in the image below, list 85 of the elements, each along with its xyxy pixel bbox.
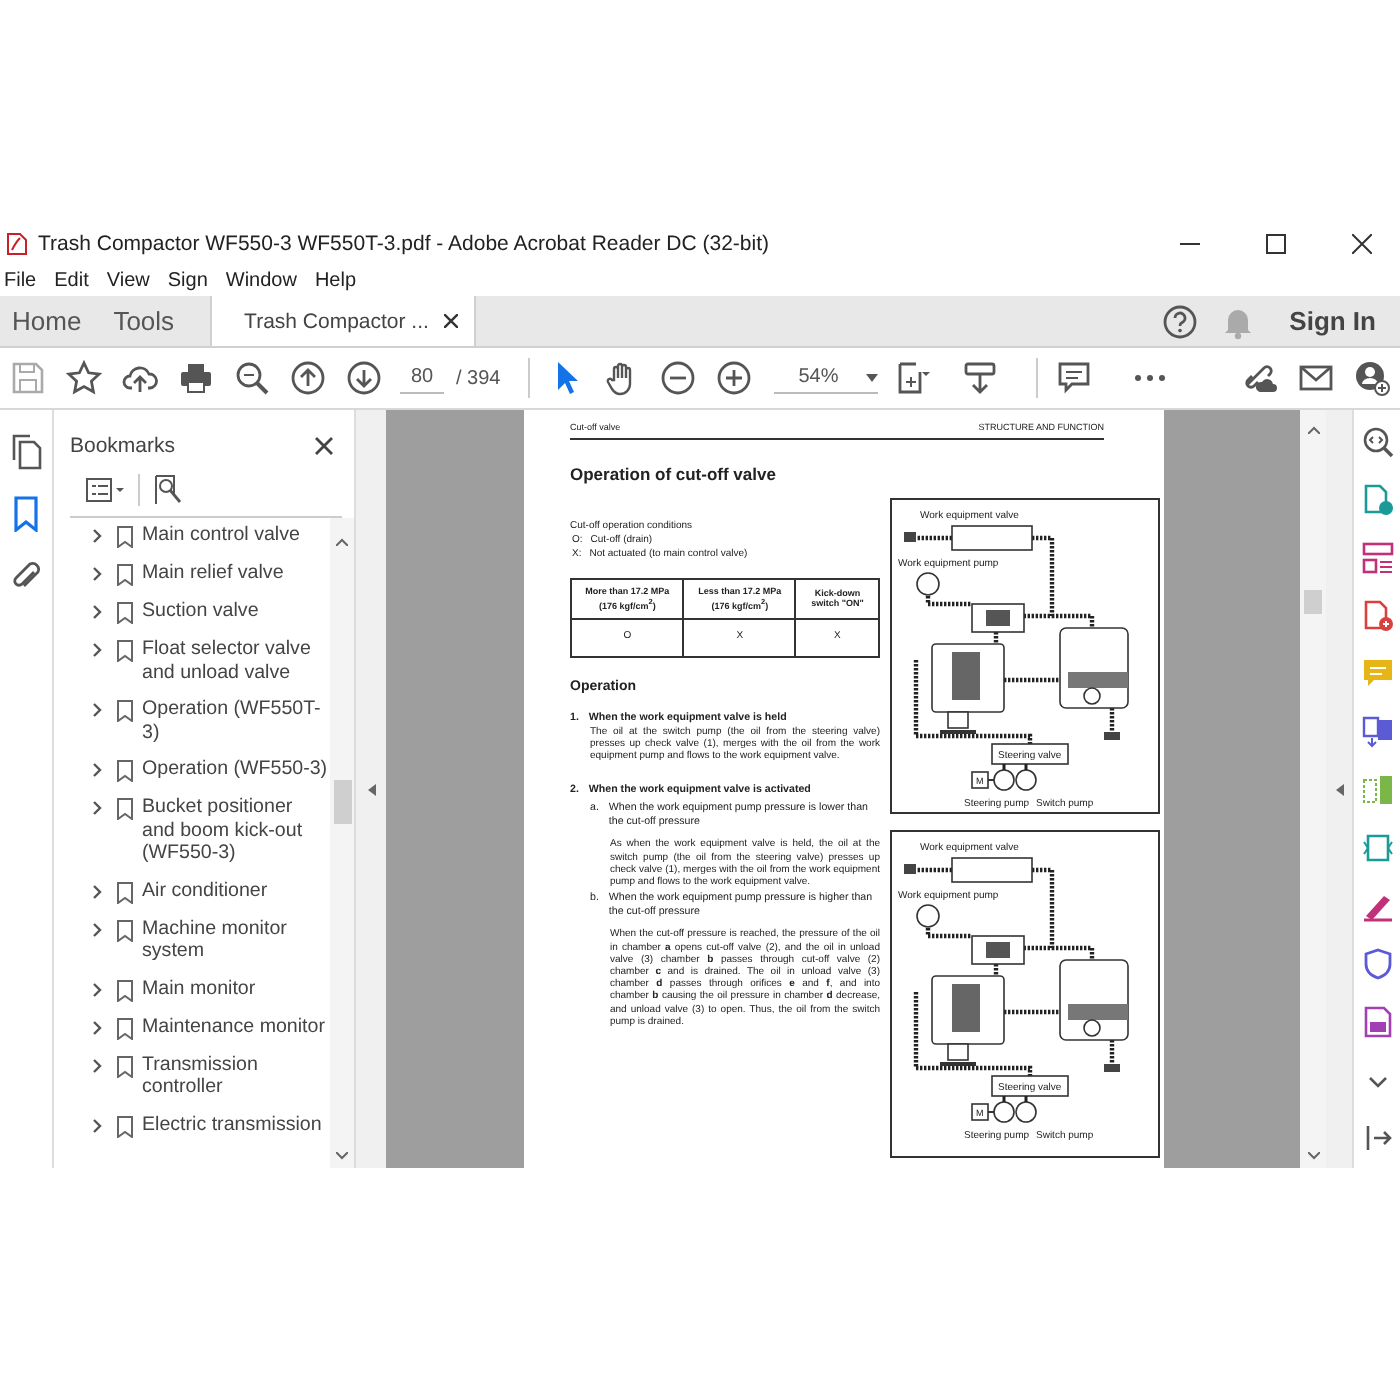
bookmark-item[interactable]: Suction valve (142, 600, 330, 623)
menu-item[interactable]: Help (314, 269, 357, 291)
page-heading: Operation of cut-off valve (570, 464, 778, 486)
sign-in-link[interactable]: Sign In (1289, 306, 1376, 336)
menu-item[interactable]: Edit (54, 269, 89, 291)
maximize-icon[interactable] (1266, 234, 1286, 254)
tab[interactable]: Tools (101, 296, 195, 346)
page-number-field[interactable]: 80 (400, 362, 444, 394)
shield-icon[interactable] (1361, 948, 1393, 980)
bookmark-item[interactable]: Float selector valve and unload valve (142, 638, 330, 684)
bookmark-item[interactable]: Main relief valve (142, 562, 330, 585)
help-icon[interactable] (1161, 303, 1198, 339)
window-title: Trash Compactor WF550-3 WF550T-3.pdf - Adobe Acrobat Reader DC (32-bit) (38, 232, 772, 256)
arrow-up-icon[interactable] (290, 360, 326, 396)
menu-item[interactable]: File (4, 269, 37, 291)
close-icon[interactable] (314, 436, 334, 456)
close-icon[interactable] (444, 314, 459, 328)
zoom-out-icon[interactable] (660, 360, 697, 396)
menu-item[interactable]: View (106, 269, 150, 291)
bookmark-item[interactable]: Electric transmission (142, 1113, 330, 1136)
page-count: / 394 (456, 367, 501, 389)
options-icon[interactable] (86, 476, 126, 504)
bookmark-icon (116, 798, 134, 820)
bookmark-item[interactable]: Operation (WF550T-3) (142, 698, 330, 744)
mail-icon[interactable] (1298, 360, 1334, 396)
user-add-icon[interactable] (1354, 360, 1390, 396)
bookmark-item[interactable]: Machine monitor system (142, 917, 330, 963)
document-badge-icon[interactable] (1361, 484, 1393, 516)
documents-icon[interactable] (1361, 716, 1393, 748)
zoom-dropdown[interactable]: 54% (774, 362, 879, 394)
scroll-mode-icon[interactable] (962, 360, 999, 396)
bookmark-icon (116, 919, 134, 941)
zoom-in-icon[interactable] (716, 360, 753, 396)
star-icon[interactable] (66, 360, 102, 396)
printer-icon[interactable] (178, 360, 214, 396)
bookmark-icon (116, 1115, 134, 1137)
scroll-down-icon[interactable] (336, 1152, 348, 1160)
form-icon[interactable] (1361, 1006, 1393, 1038)
bookmark-item[interactable]: Transmission controller (142, 1053, 330, 1099)
collapse-arrow-icon[interactable] (1335, 783, 1343, 795)
pdf-file-icon (6, 232, 28, 256)
fit-page-icon[interactable] (894, 360, 931, 396)
bookmark-icon (116, 526, 134, 548)
bookmark-icon (116, 979, 134, 1001)
scrollbar-thumb[interactable] (1304, 590, 1322, 614)
document-plus-icon[interactable] (1361, 600, 1393, 632)
layout-icon[interactable] (1361, 542, 1393, 574)
bookmark-icon (116, 700, 134, 722)
comment-icon[interactable] (1056, 360, 1093, 396)
scrollbar-thumb[interactable] (333, 780, 351, 824)
bookmark-search-icon[interactable] (152, 474, 184, 506)
collapse-icon[interactable] (1361, 1122, 1393, 1154)
tab[interactable]: Home (0, 296, 102, 346)
link-cloud-icon[interactable] (1242, 360, 1278, 396)
bookmark-item[interactable]: Main control valve (142, 524, 330, 547)
document-frame-icon[interactable] (1361, 832, 1393, 864)
scroll-up-icon[interactable] (336, 538, 348, 546)
pages-icon[interactable] (10, 434, 42, 470)
collapse-arrow-icon[interactable] (367, 783, 375, 795)
menu-item[interactable]: Window (225, 269, 297, 291)
bookmark-item[interactable]: Operation (WF550-3) (142, 758, 330, 781)
menu-item[interactable]: Sign (167, 269, 208, 291)
bookmark-item[interactable]: Main monitor (142, 977, 330, 1000)
scroll-down-icon[interactable] (1307, 1152, 1319, 1160)
scroll-up-icon[interactable] (1307, 426, 1319, 434)
bookmark-icon (116, 640, 134, 662)
bookmark-icon (116, 760, 134, 782)
bookmark-icon (116, 881, 134, 903)
search-icon[interactable] (1361, 426, 1393, 458)
bookmark-icon (116, 602, 134, 624)
bookmark-icon (116, 564, 134, 586)
bookmark-item[interactable]: Bucket positioner and boom kick-out (WF550-3) (142, 796, 330, 865)
bookmark-icon (116, 1055, 134, 1077)
tab[interactable]: Trash Compactor ... (210, 296, 477, 346)
bookmark-icon[interactable] (10, 496, 42, 532)
bookmark-item[interactable]: Air conditioner (142, 879, 330, 902)
caret-icon (866, 373, 879, 381)
pen-icon[interactable] (1361, 890, 1393, 922)
close-icon[interactable] (1352, 234, 1372, 254)
bookmark-icon (116, 1017, 134, 1039)
panel-title: Bookmarks (70, 434, 176, 458)
arrow-down-icon[interactable] (346, 360, 382, 396)
bookmark-item[interactable]: Maintenance monitor (142, 1015, 330, 1038)
zoom-value: 54% (798, 366, 839, 388)
zoom-search-icon[interactable] (234, 360, 270, 396)
